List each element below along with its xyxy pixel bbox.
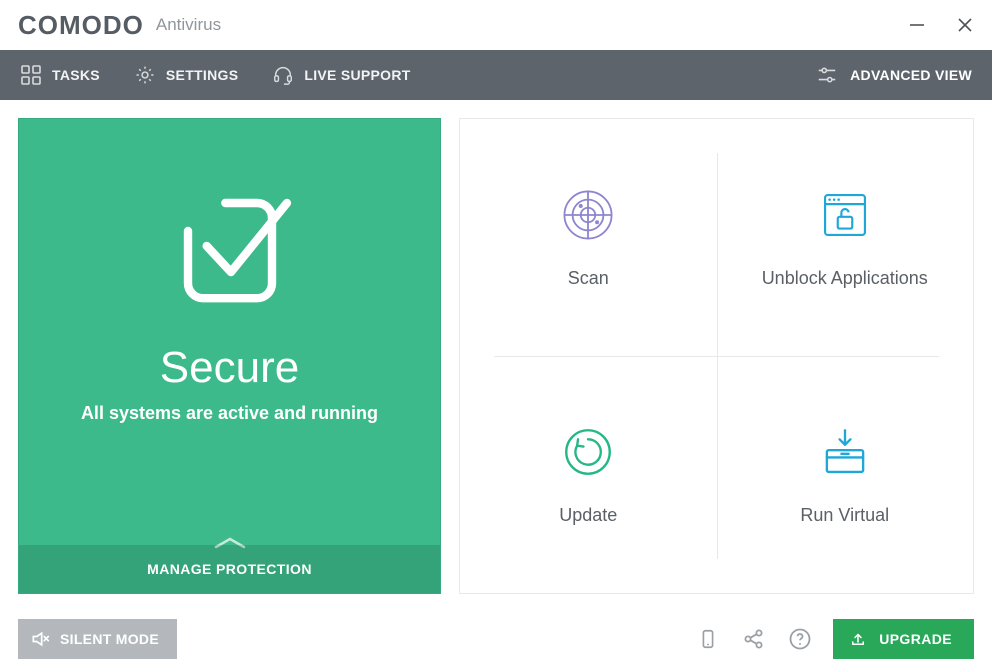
advanced-view-button[interactable]: ADVANCED VIEW — [816, 64, 972, 86]
status-panel: Secure All systems are active and runnin… — [18, 118, 441, 594]
share-icon[interactable] — [741, 626, 767, 652]
tasks-label: TASKS — [52, 67, 100, 83]
footer: SILENT MODE UPGRADE — [18, 612, 974, 666]
unlock-window-icon — [816, 186, 874, 244]
headset-icon — [272, 64, 294, 86]
manage-protection-button[interactable]: MANAGE PROTECTION — [19, 545, 440, 593]
close-button[interactable] — [956, 16, 974, 34]
scan-label: Scan — [568, 268, 609, 289]
radar-icon — [559, 186, 617, 244]
mobile-icon[interactable] — [695, 626, 721, 652]
upload-icon — [849, 630, 867, 648]
help-icon[interactable] — [787, 626, 813, 652]
update-label: Update — [559, 505, 617, 526]
secure-check-icon — [160, 175, 300, 315]
run-virtual-action[interactable]: Run Virtual — [717, 356, 974, 593]
upgrade-label: UPGRADE — [879, 631, 952, 647]
refresh-icon — [559, 423, 617, 481]
mute-icon — [30, 629, 50, 649]
status-headline: Secure — [160, 343, 299, 393]
live-support-label: LIVE SUPPORT — [304, 67, 410, 83]
silent-mode-label: SILENT MODE — [60, 631, 159, 647]
box-download-icon — [816, 423, 874, 481]
toolbar: TASKS SETTINGS LIVE SUPPORT ADVANCED VIE… — [0, 50, 992, 100]
product-name: Antivirus — [156, 15, 221, 35]
tasks-button[interactable]: TASKS — [20, 64, 100, 86]
main-area: Secure All systems are active and runnin… — [0, 100, 992, 594]
update-action[interactable]: Update — [460, 356, 717, 593]
titlebar: COMODO Antivirus — [0, 0, 992, 50]
upgrade-button[interactable]: UPGRADE — [833, 619, 974, 659]
run-virtual-label: Run Virtual — [800, 505, 889, 526]
tasks-icon — [20, 64, 42, 86]
actions-grid: Scan Unblock Applications — [459, 118, 974, 594]
sliders-icon — [816, 64, 838, 86]
scan-action[interactable]: Scan — [460, 119, 717, 356]
brand-name: COMODO — [18, 10, 144, 41]
silent-mode-button[interactable]: SILENT MODE — [18, 619, 177, 659]
settings-label: SETTINGS — [166, 67, 238, 83]
minimize-button[interactable] — [908, 16, 926, 34]
settings-button[interactable]: SETTINGS — [134, 64, 238, 86]
unblock-label: Unblock Applications — [762, 268, 928, 289]
live-support-button[interactable]: LIVE SUPPORT — [272, 64, 410, 86]
unblock-apps-action[interactable]: Unblock Applications — [717, 119, 974, 356]
manage-protection-label: MANAGE PROTECTION — [147, 561, 312, 577]
advanced-view-label: ADVANCED VIEW — [850, 67, 972, 83]
gear-icon — [134, 64, 156, 86]
status-message: All systems are active and running — [81, 403, 378, 424]
